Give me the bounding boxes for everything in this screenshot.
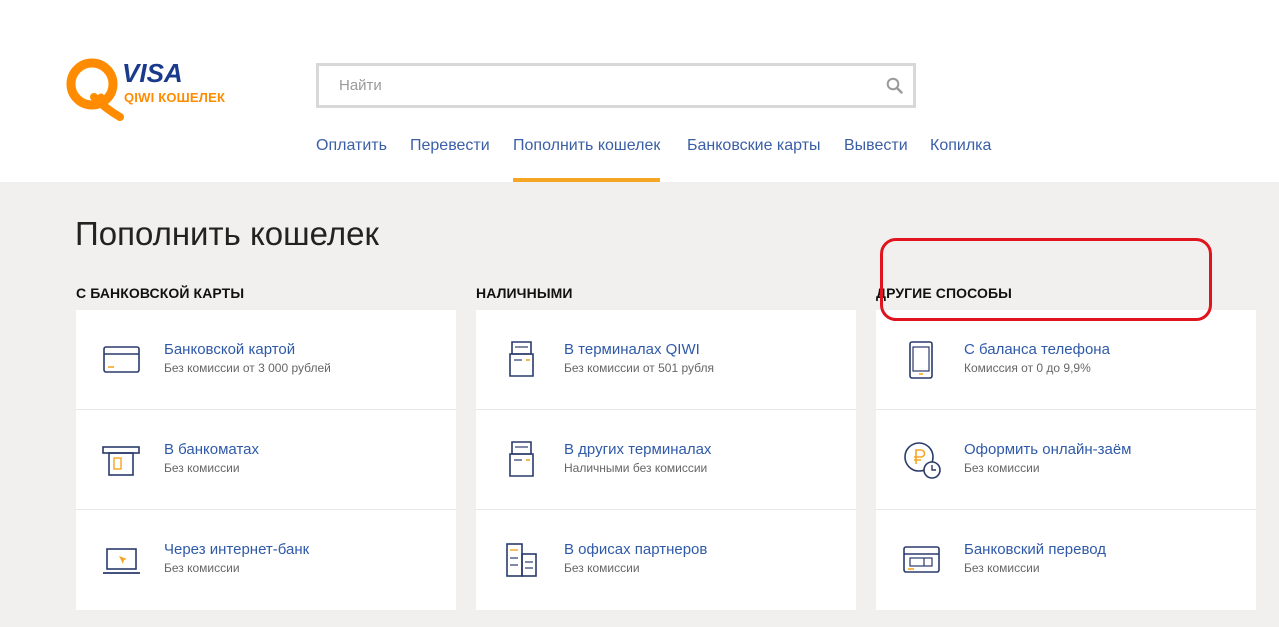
option-online-loan[interactable]: Оформить онлайн-заём Без комиссии xyxy=(876,410,1256,510)
option-bank-card[interactable]: Банковской картой Без комиссии от 3 000 … xyxy=(76,310,456,410)
option-subtitle: Без комиссии xyxy=(164,461,240,475)
column-heading: С БАНКОВСКОЙ КАРТЫ xyxy=(76,285,245,301)
partner-office-icon xyxy=(506,543,537,577)
option-title: Банковский перевод xyxy=(964,541,1107,558)
qiwi-terminal-icon xyxy=(509,341,534,377)
option-subtitle: Без комиссии от 3 000 рублей xyxy=(164,361,331,375)
phone-icon xyxy=(909,341,933,379)
column-cash: НАЛИЧНЫМИ В терминалах QIWI Без комиссии… xyxy=(476,284,856,610)
bank-card-icon xyxy=(103,346,140,373)
logo-visa-text: VISA xyxy=(122,58,183,88)
options-card: Банковской картой Без комиссии от 3 000 … xyxy=(76,310,456,610)
bank-transfer-icon xyxy=(903,546,940,573)
terminal-icon xyxy=(509,441,534,477)
option-phone-balance[interactable]: С баланса телефона Комиссия от 0 до 9,9% xyxy=(876,310,1256,410)
option-subtitle: Без комиссии xyxy=(964,461,1040,475)
tab-bank-cards[interactable]: Банковские карты xyxy=(687,136,821,182)
option-title: С баланса телефона xyxy=(964,341,1110,358)
qiwi-logo-icon xyxy=(66,58,124,121)
option-atm[interactable]: В банкоматах Без комиссии xyxy=(76,410,456,510)
option-title: Оформить онлайн-заём xyxy=(964,441,1132,458)
tab-piggy-bank[interactable]: Копилка xyxy=(930,136,991,182)
search-box xyxy=(316,63,916,108)
option-subtitle: Без комиссии от 501 рубля xyxy=(564,361,714,375)
option-subtitle: Без комиссии xyxy=(964,561,1040,575)
option-title: Через интернет-банк xyxy=(164,541,310,558)
option-subtitle: Комиссия от 0 до 9,9% xyxy=(964,361,1091,375)
logo-wallet-text: QIWI КОШЕЛЕК xyxy=(124,90,226,105)
ruble-clock-icon xyxy=(904,442,941,479)
atm-icon xyxy=(102,446,140,476)
tab-top-up[interactable]: Пополнить кошелек xyxy=(513,136,661,182)
search-icon[interactable] xyxy=(886,77,903,94)
options-card: В терминалах QIWI Без комиссии от 501 ру… xyxy=(476,310,856,610)
site-header: VISA QIWI КОШЕЛЕК Оплатить Перевести Поп… xyxy=(0,0,1279,182)
option-qiwi-terminal[interactable]: В терминалах QIWI Без комиссии от 501 ру… xyxy=(476,310,856,410)
options-card: С баланса телефона Комиссия от 0 до 9,9%… xyxy=(876,310,1256,610)
laptop-icon xyxy=(103,548,140,574)
option-title: В терминалах QIWI xyxy=(564,341,700,358)
tab-withdraw[interactable]: Вывести xyxy=(844,136,908,182)
option-title: В банкоматах xyxy=(164,441,259,458)
option-title: Банковской картой xyxy=(164,341,296,358)
option-internet-bank[interactable]: Через интернет-банк Без комиссии xyxy=(76,510,456,610)
column-heading: НАЛИЧНЫМИ xyxy=(476,285,573,301)
search-input[interactable] xyxy=(319,66,879,105)
option-partner-office[interactable]: В офисах партнеров Без комиссии xyxy=(476,510,856,610)
column-heading: ДРУГИЕ СПОСОБЫ xyxy=(876,285,1012,301)
option-subtitle: Наличными без комиссии xyxy=(564,461,708,475)
page-title: Пополнить кошелек xyxy=(75,215,379,252)
option-title: В других терминалах xyxy=(564,441,712,458)
option-subtitle: Без комиссии xyxy=(164,561,240,575)
qiwi-visa-logo[interactable]: VISA QIWI КОШЕЛЕК xyxy=(64,57,244,123)
column-bank-card: С БАНКОВСКОЙ КАРТЫ Банковской картой Без… xyxy=(76,284,456,610)
option-bank-transfer[interactable]: Банковский перевод Без комиссии xyxy=(876,510,1256,610)
option-other-terminal[interactable]: В других терминалах Наличными без комисс… xyxy=(476,410,856,510)
option-title: В офисах партнеров xyxy=(564,541,708,558)
tab-pay[interactable]: Оплатить xyxy=(316,136,387,182)
main-content: Пополнить кошелек С БАНКОВСКОЙ КАРТЫ Бан… xyxy=(0,182,1279,627)
option-subtitle: Без комиссии xyxy=(564,561,640,575)
tab-transfer[interactable]: Перевести xyxy=(410,136,490,182)
column-other-methods: ДРУГИЕ СПОСОБЫ С баланса телефона Комисс… xyxy=(876,284,1256,610)
